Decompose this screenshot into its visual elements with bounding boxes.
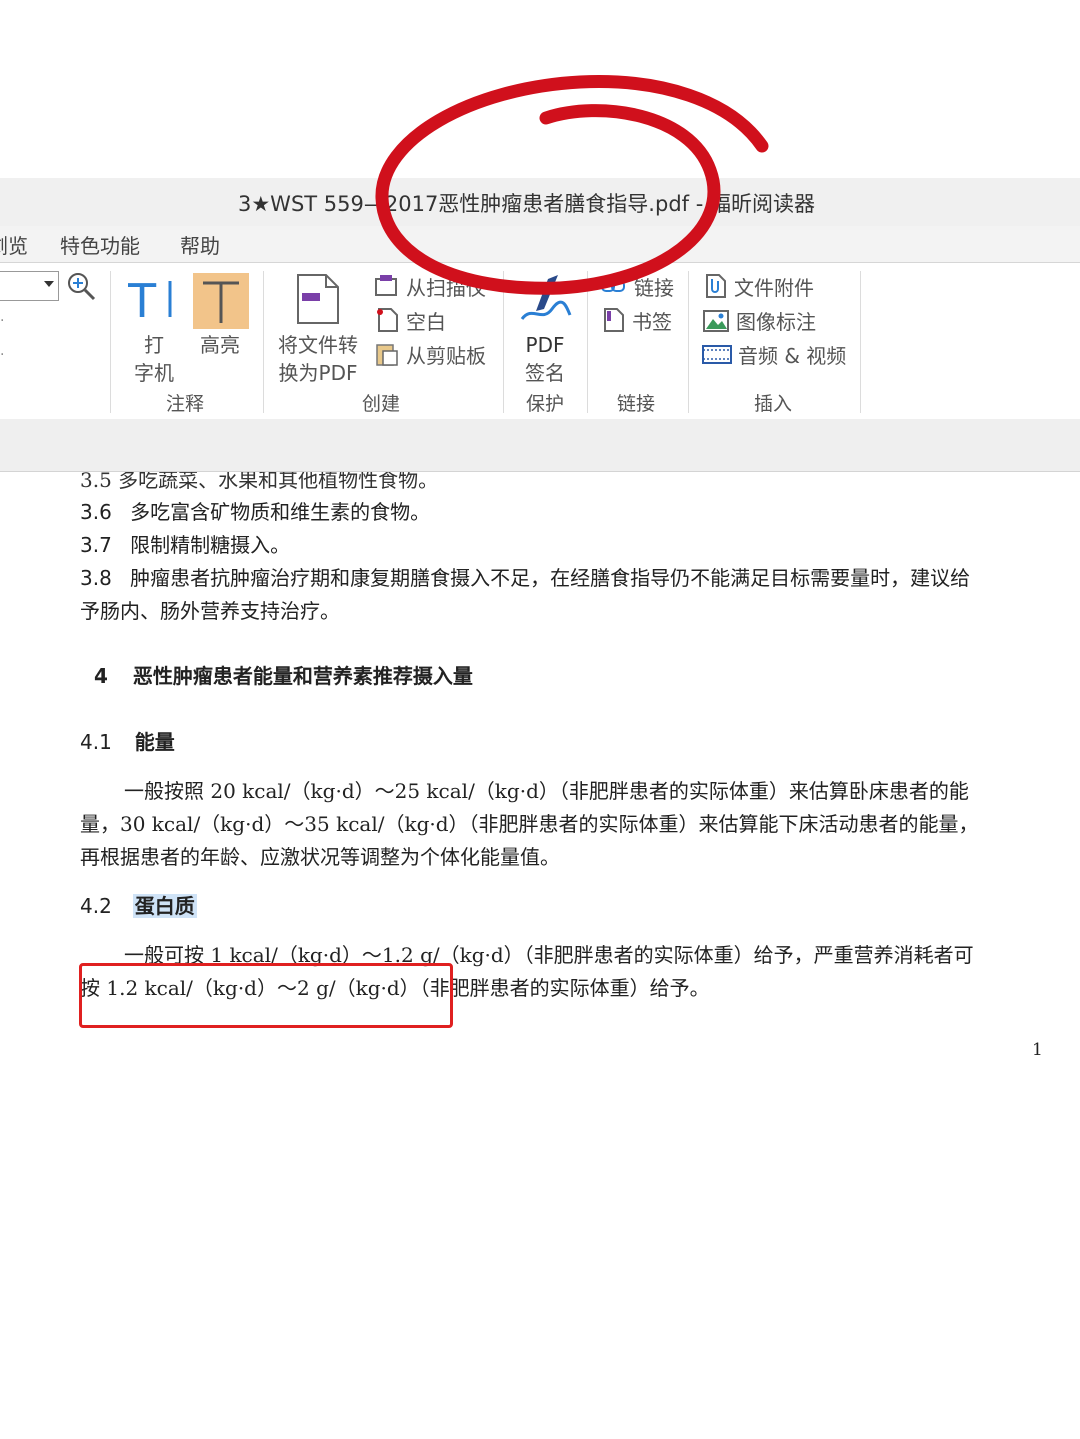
menu-item-browse[interactable]: 浏览 bbox=[0, 230, 28, 259]
paragraph-line: 再根据患者的年龄、应激状况等调整为个体化能量值。 bbox=[80, 845, 560, 869]
pdf-sign-label-2: 签名 bbox=[525, 361, 565, 385]
convert-to-pdf-icon[interactable] bbox=[294, 273, 340, 325]
paragraph-line: 一般按照 20 kcal/（kg·d）～25 kcal/（kg·d）（非肥胖患者… bbox=[124, 779, 969, 803]
list-item: 3.6 多吃富含矿物质和维生素的食物。 bbox=[80, 496, 430, 525]
clipboard-icon bbox=[376, 344, 398, 366]
audio-video-label: 音频 & 视频 bbox=[738, 343, 847, 368]
from-clipboard-button[interactable]: 从剪贴板 bbox=[374, 339, 486, 369]
highlight-label: 高亮 bbox=[200, 333, 240, 357]
blank-page-icon bbox=[377, 308, 398, 332]
section-heading-4-1: 4.1 能量 bbox=[80, 726, 175, 755]
group-separator bbox=[860, 271, 861, 413]
item-number: 3.6 bbox=[80, 500, 112, 524]
section-title: 恶性肿瘤患者能量和营养素推荐摄入量 bbox=[132, 664, 473, 688]
red-box-annotation bbox=[79, 963, 453, 1028]
from-clipboard-label: 从剪贴板 bbox=[406, 343, 486, 368]
pdf-sign-label-1: PDF bbox=[525, 333, 565, 357]
zoom-combo[interactable] bbox=[0, 271, 59, 301]
group-label-create: 创建 bbox=[362, 393, 401, 415]
document-page: 3.5 多吃蔬菜、水果和其他植物性食物。 3.6 多吃富含矿物质和维生素的食物。… bbox=[0, 472, 1080, 1439]
ribbon-subbar bbox=[0, 419, 1080, 472]
menu-item-features[interactable]: 特色功能 bbox=[60, 230, 140, 259]
typewriter-label-2: 字机 bbox=[134, 361, 174, 385]
group-label-protect: 保护 bbox=[526, 393, 565, 415]
convert-label-2: 换为PDF bbox=[278, 361, 358, 385]
section-number: 4.1 bbox=[80, 730, 112, 754]
section-heading-4: 4 恶性肿瘤患者能量和营养素推荐摄入量 bbox=[94, 660, 473, 689]
highlighted-title[interactable]: 蛋白质 bbox=[132, 894, 197, 918]
group-separator bbox=[110, 271, 111, 413]
paragraph-line: 量，30 kcal/（kg·d）～35 kcal/（kg·d）（非肥胖患者的实际… bbox=[80, 812, 979, 836]
group-label-insert: 插入 bbox=[754, 393, 793, 415]
section-number: 4 bbox=[94, 664, 108, 688]
group-separator bbox=[263, 271, 264, 413]
list-item: 3.7 限制精制糖摄入。 bbox=[80, 529, 290, 558]
pdf-sign-button[interactable]: PDF 签名 bbox=[522, 331, 568, 387]
group-label-annotation: 注释 bbox=[166, 393, 205, 415]
typewriter-label-1: 打 bbox=[144, 333, 164, 357]
item-continuation: 予肠内、肠外营养支持治疗。 bbox=[80, 599, 340, 623]
group-label-links: 链接 bbox=[617, 393, 656, 415]
highlight-button[interactable] bbox=[193, 273, 249, 329]
dot-mark: · bbox=[0, 313, 5, 329]
cut-off-line: 3.5 多吃蔬菜、水果和其他植物性食物。 bbox=[80, 472, 439, 492]
list-item: 3.8 肿瘤患者抗肿瘤治疗期和康复期膳食摄入不足，在经膳食指导仍不能满足目标需要… bbox=[80, 562, 970, 591]
chevron-down-icon bbox=[44, 281, 54, 287]
convert-label-1: 将文件转 bbox=[278, 333, 358, 357]
convert-to-pdf-button[interactable]: 将文件转 换为PDF bbox=[276, 331, 360, 387]
image-icon bbox=[703, 310, 729, 332]
audio-video-button[interactable]: 音频 & 视频 bbox=[702, 339, 846, 369]
section-title: 能量 bbox=[134, 730, 175, 754]
item-text: 多吃富含矿物质和维生素的食物。 bbox=[130, 500, 431, 524]
svg-text:T: T bbox=[128, 277, 157, 321]
typewriter-button[interactable]: 打 字机 bbox=[132, 331, 176, 387]
item-number: 3.7 bbox=[80, 533, 112, 557]
item-number: 3.8 bbox=[80, 566, 112, 590]
page-number: 1 bbox=[1032, 1040, 1043, 1060]
item-text: 肿瘤患者抗肿瘤治疗期和康复期膳食摄入不足，在经膳食指导仍不能满足目标需要量时，建… bbox=[130, 566, 971, 590]
zoom-in-icon[interactable] bbox=[66, 271, 96, 301]
menu-item-help[interactable]: 帮助 bbox=[180, 230, 220, 259]
red-circle-annotation bbox=[375, 75, 769, 295]
dot-mark: · bbox=[0, 347, 5, 363]
film-icon bbox=[702, 345, 732, 364]
item-text: 限制精制糖摄入。 bbox=[130, 533, 291, 557]
section-heading-4-2: 4.2 蛋白质 bbox=[80, 890, 197, 919]
typewriter-icon[interactable]: T bbox=[128, 277, 178, 321]
section-number: 4.2 bbox=[80, 894, 112, 918]
bookmark-icon bbox=[604, 308, 624, 332]
highlight-icon bbox=[203, 281, 239, 323]
